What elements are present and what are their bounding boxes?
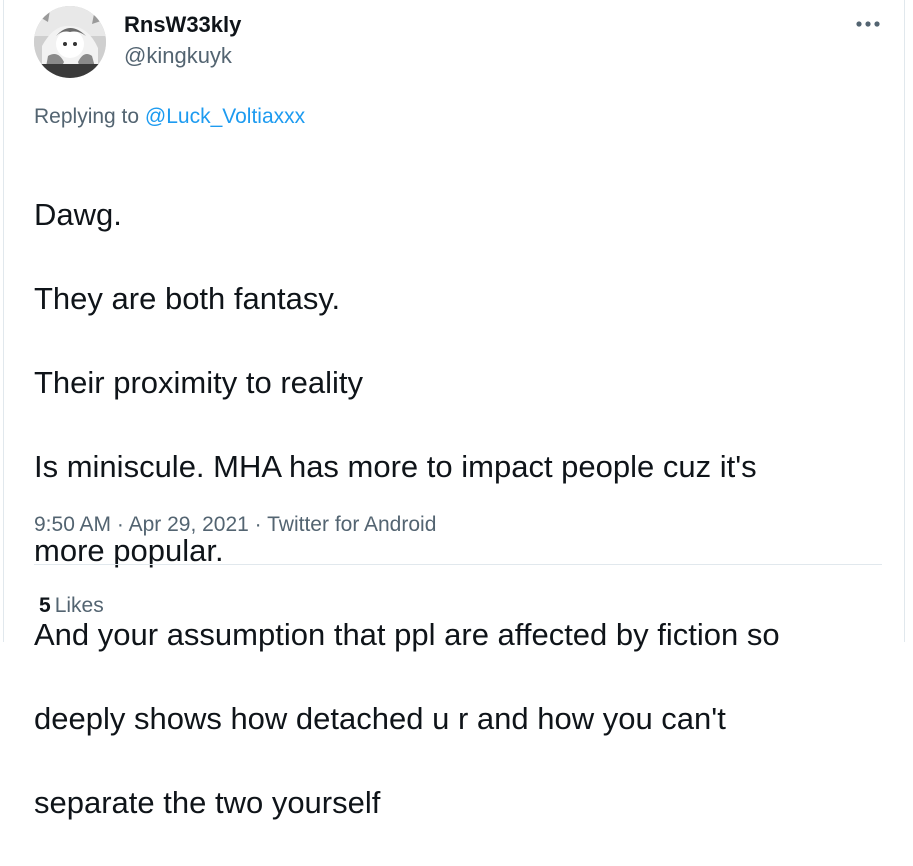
tweet-line: deeply shows how detached u r and how yo… — [34, 701, 726, 736]
tweet-date[interactable]: Apr 29, 2021 — [129, 513, 249, 536]
tweet-card: RnsW33kly @kingkuyk Replying to @Luck_Vo… — [3, 0, 905, 820]
tweet-line: Dawg. — [34, 197, 122, 232]
more-horizontal-icon — [856, 21, 880, 27]
likes-stat[interactable]: 5 Likes — [39, 594, 104, 618]
replying-to: Replying to @Luck_Voltiaxxx — [34, 105, 305, 129]
meta-separator: · — [248, 513, 268, 536]
likes-count: 5 — [39, 594, 51, 617]
author-handle[interactable]: @kingkuyk — [124, 43, 232, 69]
reply-mention-link[interactable]: @Luck_Voltiaxxx — [145, 105, 305, 128]
tweet-line: Is miniscule. MHA has more to impact peo… — [34, 449, 757, 484]
tweet-source[interactable]: Twitter for Android — [267, 513, 436, 536]
divider — [34, 564, 882, 565]
tweet-meta: 9:50 AM · Apr 29, 2021 · Twitter for And… — [34, 513, 436, 537]
tweet-line: And your assumption that ppl are affecte… — [34, 617, 780, 652]
tweet-line: Their proximity to reality — [34, 365, 364, 400]
author-display-name[interactable]: RnsW33kly — [124, 12, 241, 38]
meta-separator: · — [111, 513, 129, 536]
likes-label: Likes — [54, 594, 104, 617]
avatar-image — [34, 6, 106, 78]
more-button[interactable] — [850, 10, 886, 38]
tweet-time[interactable]: 9:50 AM — [34, 513, 111, 536]
tweet-line: separate the two yourself — [34, 785, 381, 820]
replying-to-prefix: Replying to — [34, 105, 145, 128]
tweet-text: Dawg. They are both fantasy. Their proxi… — [34, 152, 894, 866]
avatar[interactable] — [34, 6, 106, 78]
tweet-line: They are both fantasy. — [34, 281, 341, 316]
